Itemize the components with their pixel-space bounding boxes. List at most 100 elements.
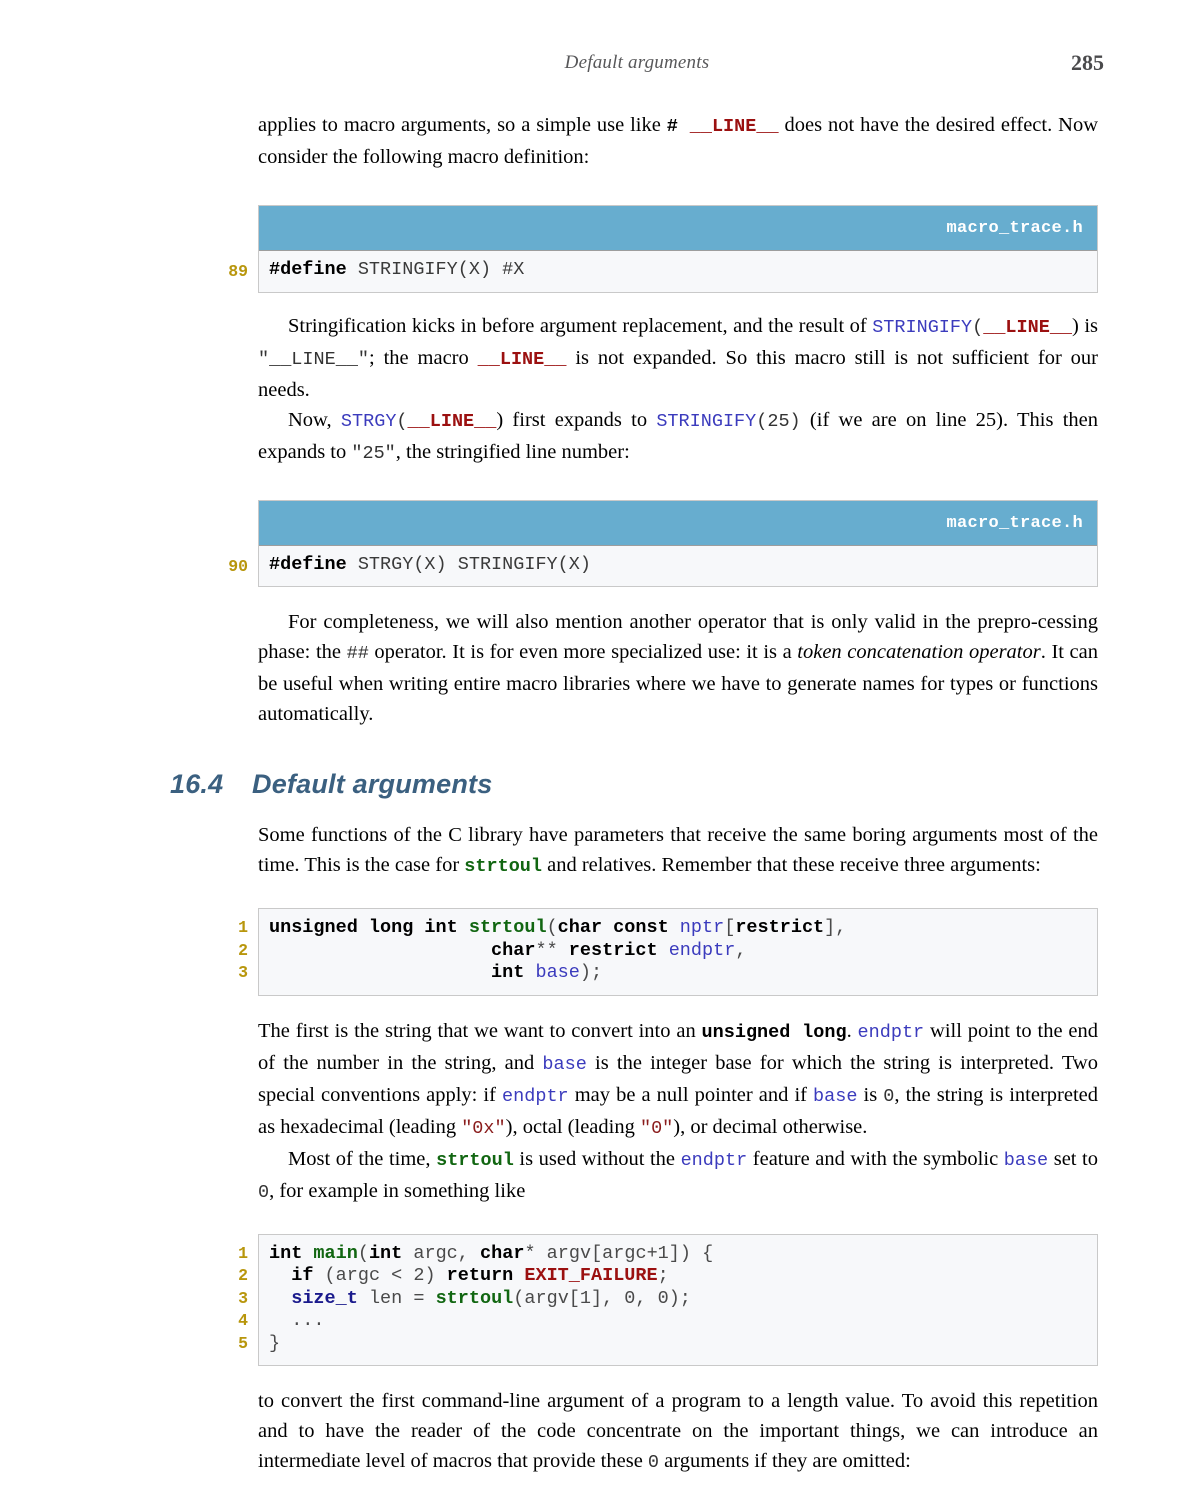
text-fragment: is used without the — [513, 1147, 681, 1170]
code-row: unsigned long int strtoul(char const npt… — [269, 917, 1097, 940]
code-token: (argv[1], 0, 0); — [513, 1287, 691, 1309]
paragraph-now-strgy: Now, STRGY(__LINE__) first expands to ST… — [258, 405, 1098, 469]
code-token: main — [313, 1242, 358, 1264]
paragraph-to-convert: to convert the first command-line argume… — [258, 1386, 1098, 1478]
line-number: 3 — [238, 1288, 248, 1308]
code-token: if — [291, 1265, 325, 1286]
inline-code-quoted-25: "25" — [351, 442, 396, 464]
inline-code-line-macro: __LINE__ — [689, 116, 779, 137]
inline-code-quoted-line: "__LINE__" — [258, 348, 370, 370]
code-listing-4: 1 2 3 4 5 int main(int argc, char* argv[… — [238, 1233, 1098, 1366]
text-fragment: Now, — [288, 408, 341, 431]
text-fragment: ), octal (leading — [505, 1115, 640, 1138]
code-content: unsigned long int strtoul(char const npt… — [259, 909, 1097, 995]
code-token: int — [269, 1242, 314, 1264]
code-token: ); — [579, 962, 603, 983]
code-frame: int main(int argc, char* argv[argc+1]) {… — [258, 1233, 1098, 1366]
code-filename: macro_trace.h — [259, 500, 1097, 546]
line-number: 2 — [238, 1266, 248, 1285]
code-token: } — [269, 1332, 281, 1354]
code-row: if (argc < 2) return EXIT_FAILURE; — [269, 1265, 1097, 1288]
line-number-gutter: 1 2 3 4 5 — [214, 1243, 248, 1356]
line-number-gutter: 89 — [214, 261, 248, 284]
code-token: argc — [413, 1242, 458, 1264]
inline-code-paren: ( — [972, 316, 984, 338]
line-number-gutter: 1 2 3 — [214, 917, 248, 985]
inline-code-endptr: endptr — [680, 1149, 748, 1171]
code-token: char — [491, 939, 536, 961]
inline-code-zero: 0 — [258, 1181, 270, 1203]
code-token: ], — [824, 917, 847, 938]
code-token: int — [491, 962, 536, 983]
code-token: nptr — [679, 917, 725, 938]
code-token: restrict — [735, 917, 825, 938]
inline-code-line-macro: __LINE__ — [477, 348, 567, 370]
line-number: 5 — [238, 1333, 248, 1353]
running-header: Default arguments 285 — [170, 50, 1104, 78]
code-row: char** restrict endptr, — [269, 940, 1097, 963]
paragraph-stringification: Stringification kicks in before argument… — [258, 311, 1098, 405]
text-fragment: . — [846, 1019, 858, 1042]
paragraph-applies-to-macro: applies to macro arguments, so a simple … — [258, 110, 1098, 172]
page-body: applies to macro arguments, so a simple … — [170, 110, 1098, 1478]
code-token: len = — [368, 1287, 436, 1309]
text-fragment: Most of the time, — [288, 1147, 437, 1170]
code-content: #define STRGY(X) STRINGIFY(X) — [259, 546, 1097, 587]
page-number: 285 — [1071, 50, 1104, 75]
inline-code-unsigned-long: unsigned long — [701, 1021, 847, 1043]
code-row: int base); — [269, 962, 1097, 985]
line-number-gutter: 90 — [214, 556, 248, 579]
code-token: restrict — [568, 939, 669, 961]
inline-code-paren: ( — [396, 410, 408, 432]
code-token: ; — [657, 1265, 669, 1286]
line-number: 1 — [238, 918, 248, 937]
line-number: 3 — [238, 963, 248, 982]
code-token: ** — [535, 939, 569, 961]
inline-code-hex-prefix: "0x" — [461, 1117, 506, 1139]
section-number: 16.4 — [170, 769, 224, 799]
line-number: 2 — [238, 940, 248, 960]
code-token: , — [457, 1242, 481, 1264]
inline-code-stringify: STRINGIFY — [656, 410, 757, 432]
code-token: strtoul — [435, 1287, 514, 1309]
code-token: return — [446, 1265, 525, 1286]
inline-code-line-macro: __LINE__ — [983, 316, 1073, 338]
text-fragment: and relatives. Remember that these recei… — [542, 854, 1041, 876]
code-keyword: #define — [269, 553, 347, 575]
paragraph-some-functions: Some functions of the C library have par… — [258, 820, 1098, 882]
text-fragment: feature and with the symbolic — [747, 1147, 1004, 1170]
section-heading: 16.4 Default arguments — [170, 769, 1098, 800]
text-fragment: ), or decimal otherwise. — [673, 1115, 868, 1138]
code-token: argv[argc+1]) { — [546, 1242, 714, 1264]
code-listing-2: 90 macro_trace.h #define STRGY(X) STRING… — [228, 499, 1098, 587]
line-number: 1 — [238, 1243, 248, 1263]
inline-code-base: base — [813, 1085, 858, 1107]
code-token: base — [535, 962, 580, 983]
code-token: unsigned long int — [269, 917, 469, 938]
inline-code-base: base — [542, 1053, 587, 1075]
emphasis-token-concatenation-operator: token concatenation operator — [797, 641, 1041, 663]
line-number: 4 — [238, 1311, 248, 1330]
code-text: STRINGIFY(X) #X — [346, 259, 525, 280]
document-page: Default arguments 285 applies to macro a… — [0, 0, 1196, 1500]
code-token: ( — [546, 917, 558, 938]
inline-code-base: base — [1003, 1149, 1049, 1171]
code-token: int — [368, 1242, 414, 1264]
inline-code-strtoul: strtoul — [436, 1149, 514, 1171]
code-token: ... — [269, 1310, 325, 1331]
text-fragment: , for example in something like — [269, 1179, 526, 1202]
code-filename: macro_trace.h — [259, 206, 1097, 251]
code-token: * — [524, 1242, 547, 1264]
text-fragment: is — [857, 1083, 884, 1106]
code-row: ... — [269, 1310, 1097, 1333]
text-fragment: Stringification kicks in before argument… — [288, 314, 873, 337]
code-keyword: #define — [269, 259, 347, 280]
code-frame: unsigned long int strtoul(char const npt… — [258, 908, 1098, 996]
code-listing-1: 89 macro_trace.h #define STRINGIFY(X) #X — [228, 205, 1098, 293]
inline-code-line-macro: __LINE__ — [407, 410, 497, 432]
inline-code-endptr: endptr — [857, 1021, 925, 1043]
